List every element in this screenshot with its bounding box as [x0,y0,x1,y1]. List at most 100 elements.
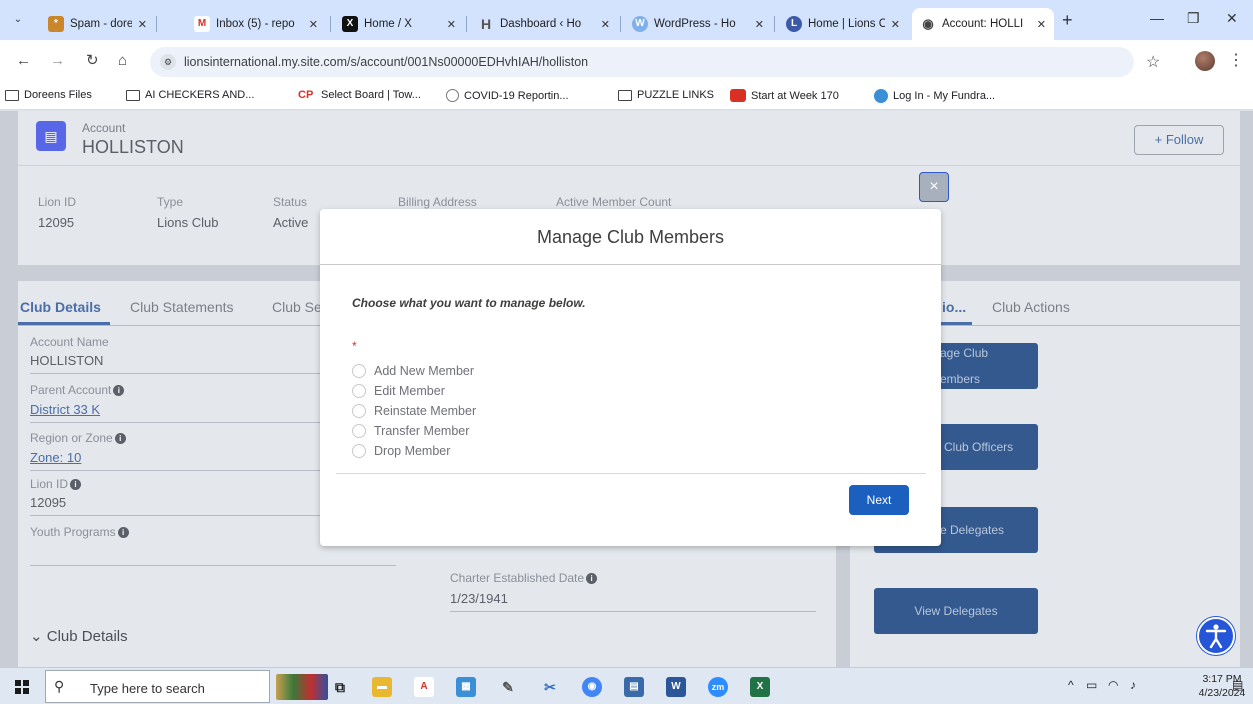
word-icon[interactable]: W [666,677,686,697]
field-divider [30,515,320,516]
bookmark-label: AI CHECKERS AND... [145,89,255,101]
tab-close-icon[interactable]: ✕ [755,18,764,31]
radio-circle[interactable] [352,424,366,438]
books-widget-icon[interactable] [276,674,328,700]
radio-circle[interactable] [352,384,366,398]
info-icon[interactable]: i [113,384,125,396]
info-icon[interactable]: i [114,432,126,444]
tab-separator [466,16,467,32]
info-icon[interactable]: i [586,572,598,584]
browser-tab-active[interactable]: ◉ Account: HOLLI ✕ [912,8,1054,40]
radio-circle[interactable] [352,444,366,458]
field-divider [30,422,320,423]
region-zone-link[interactable]: Zone: 10 [30,450,81,465]
restore-icon[interactable]: ❐ [1187,10,1200,27]
minimize-icon[interactable]: — [1150,10,1164,26]
radio-edit-member[interactable]: Edit Member [352,384,445,398]
profile-avatar[interactable] [1195,51,1215,71]
radio-label: Transfer Member [374,424,470,438]
photos-icon[interactable]: ▦ [456,677,476,697]
browser-tab[interactable]: X Home / X ✕ [334,8,464,40]
highlight-value: Active [273,215,309,230]
excel-icon[interactable]: X [750,677,770,697]
tab-close-icon[interactable]: ✕ [891,18,900,31]
required-indicator: * [352,339,357,353]
new-tab-button[interactable]: + [1062,11,1073,29]
tab-close-icon[interactable]: ✕ [309,18,318,31]
radio-label: Drop Member [374,444,451,458]
bookmarks-bar: Doreens Files AI CHECKERS AND... CP Sele… [0,84,1253,110]
bookmark-item[interactable]: COVID-19 Reportin... [446,89,569,102]
next-button[interactable]: Next [849,485,909,515]
browser-tab[interactable]: L Home | Lions Cl ✕ [778,8,908,40]
tab-club-actions[interactable]: Club Actions [992,299,1070,315]
modal-instruction: Choose what you want to manage below. [352,296,586,310]
bookmark-item[interactable]: CP Select Board | Tow... [298,89,421,101]
notifications-icon[interactable]: ▤ [1232,678,1243,692]
volume-icon[interactable]: ♪ [1130,678,1136,692]
accessibility-icon[interactable] [1197,617,1235,655]
tab-club-details[interactable]: Club Details [20,299,101,315]
browser-tab[interactable]: M Inbox (5) - repo ✕ [186,8,326,40]
paint-icon[interactable]: ✎ [498,677,518,697]
radio-add-new-member[interactable]: Add New Member [352,364,474,378]
folder-icon [5,89,19,101]
tab-search-chevron-icon[interactable]: ⌄ [10,12,26,28]
forward-arrow-icon[interactable]: → [50,53,65,69]
windows-start-icon[interactable] [15,680,29,694]
tab-close-icon[interactable]: ✕ [138,18,147,31]
tab-close-icon[interactable]: ✕ [601,18,610,31]
calculator-icon[interactable]: ▤ [624,677,644,697]
bookmark-item[interactable]: AI CHECKERS AND... [126,89,254,101]
radio-circle[interactable] [352,404,366,418]
tab-club-settings[interactable]: Club Se [272,299,322,315]
bookmark-item[interactable]: Log In - My Fundra... [874,89,995,103]
radio-drop-member[interactable]: Drop Member [352,444,450,458]
highlight-value: Lions Club [157,215,219,230]
follow-button[interactable]: + Follow [1134,125,1224,155]
back-arrow-icon[interactable]: ← [16,53,31,69]
radio-reinstate-member[interactable]: Reinstate Member [352,404,476,418]
chrome-icon[interactable]: ◉ [582,677,602,697]
bookmark-item[interactable]: Doreens Files [5,89,92,101]
club-details-section-toggle[interactable]: ⌄ Club Details [30,627,128,645]
acrobat-icon[interactable]: A [414,677,434,697]
file-explorer-icon[interactable]: ▬ [372,677,392,697]
url-text[interactable]: lionsinternational.my.site.com/s/account… [184,55,588,69]
task-view-icon[interactable]: ⧉ [330,677,350,697]
window-close-icon[interactable]: ✕ [1226,10,1238,27]
reload-icon[interactable]: ↻ [86,53,99,69]
modal-close-button[interactable]: × [919,172,949,202]
parent-account-link[interactable]: District 33 K [30,402,100,417]
tab-club-statements[interactable]: Club Statements [130,299,234,315]
address-bar[interactable]: ⚙ lionsinternational.my.site.com/s/accou… [150,47,1134,77]
highlight-label: Status [273,195,308,209]
battery-icon[interactable]: ▭ [1086,678,1097,692]
bookmark-item[interactable]: PUZZLE LINKS [618,89,714,101]
browser-tab[interactable]: H Dashboard ‹ Ho ✕ [470,8,618,40]
wifi-icon[interactable]: ◠ [1108,678,1118,692]
browser-menu-icon[interactable]: ⋮ [1228,50,1244,70]
tray-chevron-icon[interactable]: ^ [1068,678,1074,692]
home-icon[interactable]: ⌂ [118,53,127,69]
taskbar-search-box[interactable]: ⚲ Type here to search [45,670,270,703]
tab-close-icon[interactable]: ✕ [1037,18,1046,31]
radio-circle[interactable] [352,364,366,378]
manage-club-members-modal: Manage Club Members Choose what you want… [320,209,941,546]
snipping-tool-icon[interactable]: ✂ [540,677,560,697]
tab-club-info[interactable]: io... [942,299,966,315]
gmail-favicon-icon: M [194,16,210,32]
info-icon[interactable]: i [117,526,129,538]
radio-transfer-member[interactable]: Transfer Member [352,424,469,438]
site-info-icon[interactable]: ⚙ [160,54,176,70]
bookmark-item[interactable]: Start at Week 170 [730,89,839,102]
bookmark-star-icon[interactable]: ☆ [1146,52,1160,72]
week-icon [730,89,746,102]
view-delegates-button[interactable]: View Delegates [874,588,1038,634]
browser-tab[interactable]: * Spam - doreenn ✕ [40,8,155,40]
info-icon[interactable]: i [70,478,82,490]
tab-close-icon[interactable]: ✕ [447,18,456,31]
zoom-icon[interactable]: zm [708,677,728,697]
tab-title: Dashboard ‹ Ho [500,18,582,30]
browser-tab[interactable]: W WordPress - Ho ✕ [624,8,772,40]
